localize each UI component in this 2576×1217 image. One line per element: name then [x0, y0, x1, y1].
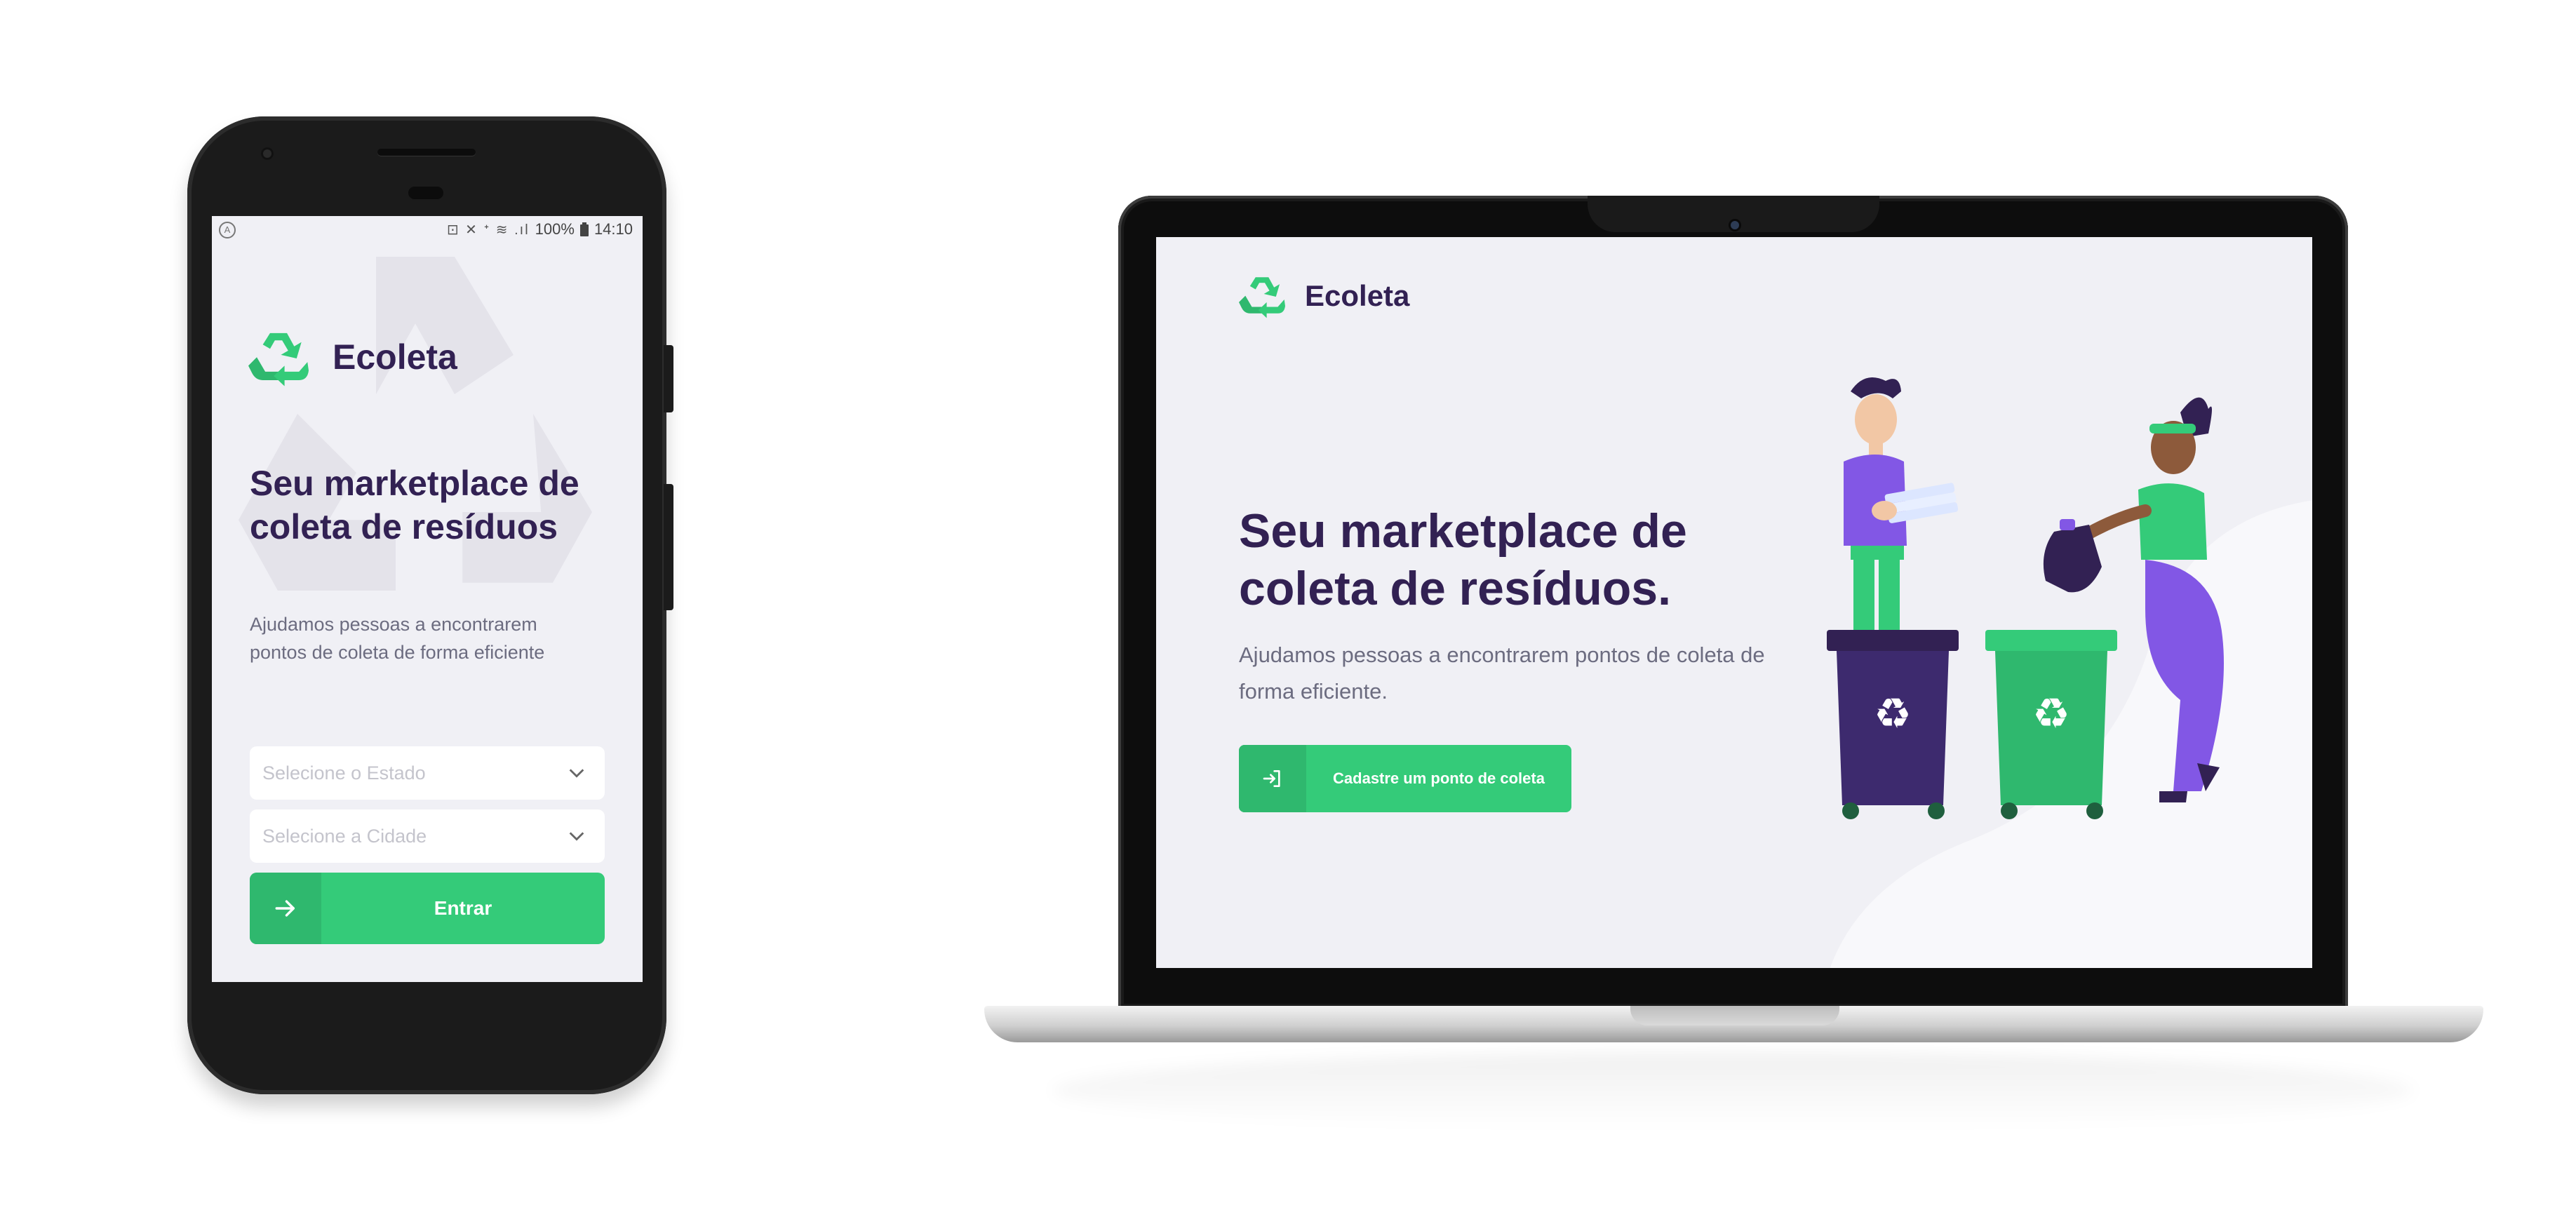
phone-speaker: [377, 149, 476, 156]
status-app-icon: A: [219, 222, 236, 238]
recycling-people-illustration: ♻ ♻: [1827, 377, 2224, 819]
enter-button[interactable]: Entrar: [250, 873, 605, 944]
laptop-opening-notch: [1630, 1006, 1839, 1026]
recycle-icon: [248, 332, 309, 386]
laptop-camera: [1731, 221, 1739, 229]
logo-text: Ecoleta: [333, 337, 457, 377]
page-description: Ajudamos pessoas a encontrarem pontos de…: [1239, 643, 1765, 704]
status-time: 14:10: [593, 220, 633, 238]
page-title: Seu marketplace de coleta de resíduos.: [1239, 504, 1687, 615]
page-title: Seu marketplace de coleta de resíduos: [250, 464, 579, 546]
desktop-screen: Ecoleta Seu marketplace de coleta de res…: [1156, 237, 2312, 968]
phone-volume-button: [664, 345, 673, 412]
mobile-screen: A ⊡ ✕ ᐩ ≋ .ıl 100% 14:10 Ecoleta Seu mar…: [212, 216, 643, 982]
enter-button-label: Entrar: [434, 897, 492, 919]
cta-icon-box: [1239, 745, 1306, 812]
enter-icon-box: [250, 873, 321, 944]
status-indicators: ⊡ ✕ ᐩ ≋ .ıl: [446, 222, 530, 238]
laptop-shadow: [1052, 1052, 2413, 1129]
phone-front-camera: [261, 147, 274, 160]
cta-label: Cadastre um ponto de coleta: [1333, 769, 1545, 787]
chevron-down-icon: [569, 832, 584, 841]
register-collection-point-button[interactable]: Cadastre um ponto de coleta: [1239, 745, 1571, 812]
svg-text:♻: ♻: [2032, 690, 2070, 739]
logo-text: Ecoleta: [1305, 279, 1410, 312]
city-select[interactable]: Selecione a Cidade: [250, 809, 605, 863]
battery-icon: [579, 222, 589, 236]
svg-text:♻: ♻: [1874, 690, 1912, 739]
state-select[interactable]: Selecione o Estado: [250, 746, 605, 800]
background-recycle-icon: [239, 257, 592, 591]
status-bar: A ⊡ ✕ ᐩ ≋ .ıl 100% 14:10: [212, 216, 643, 244]
battery-percent: 100%: [535, 220, 575, 238]
chevron-down-icon: [569, 769, 584, 778]
phone-sensor: [408, 187, 443, 199]
state-select-placeholder: Selecione o Estado: [262, 762, 426, 784]
arrow-right-icon: [275, 900, 295, 917]
recycle-icon: [1239, 277, 1285, 318]
page-description: Ajudamos pessoas a encontrarem pontos de…: [250, 614, 545, 663]
city-select-placeholder: Selecione a Cidade: [262, 825, 427, 847]
log-in-icon: [1263, 770, 1280, 787]
phone-power-button: [664, 484, 673, 610]
